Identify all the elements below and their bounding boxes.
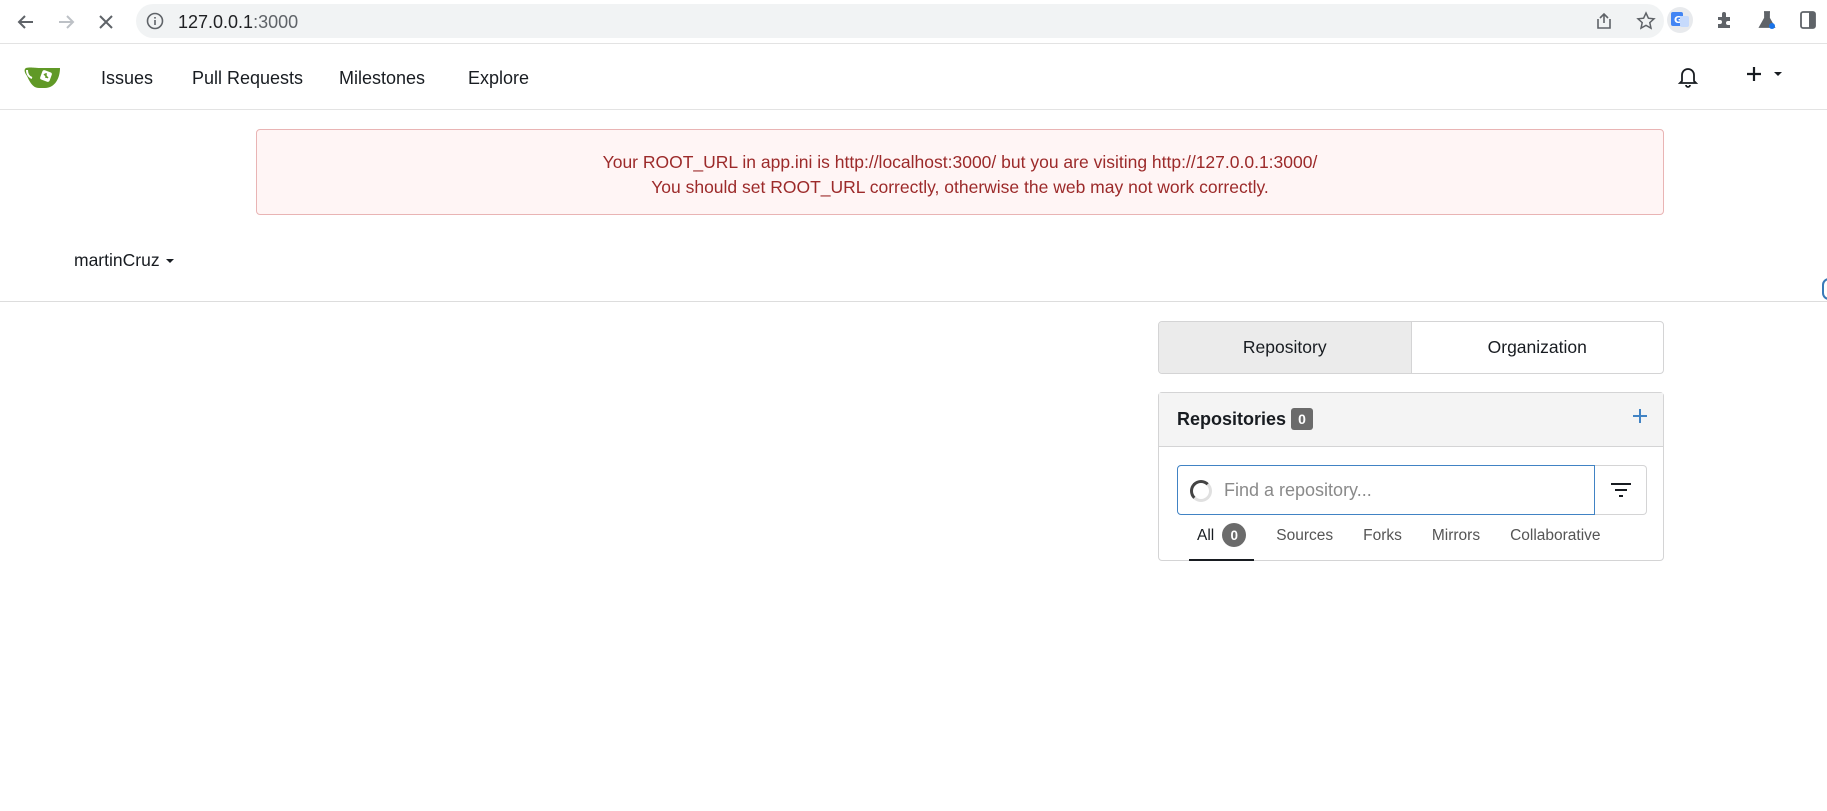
plus-icon xyxy=(1633,409,1647,423)
create-new-dropdown[interactable] xyxy=(1744,64,1784,84)
filter-button[interactable] xyxy=(1595,465,1647,515)
subtab-collaborative[interactable]: Collaborative xyxy=(1510,527,1600,561)
subtab-forks-label: Forks xyxy=(1363,527,1402,544)
back-button[interactable] xyxy=(12,8,40,36)
edge-handle xyxy=(1822,278,1827,300)
nav-pull-requests[interactable]: Pull Requests xyxy=(192,68,303,89)
subtab-sources[interactable]: Sources xyxy=(1276,527,1333,561)
labs-flask-icon[interactable] xyxy=(1757,10,1777,35)
nav-milestones[interactable]: Milestones xyxy=(339,68,425,89)
url-host: 127.0.0.1 xyxy=(178,12,254,32)
alert-line-1: Your ROOT_URL in app.ini is http://local… xyxy=(602,152,1318,172)
bookmark-star-icon[interactable] xyxy=(1636,11,1656,36)
url-port: :3000 xyxy=(253,12,299,32)
repository-filter-tabs: All 0 Sources Forks Mirrors Collaborativ… xyxy=(1188,523,1631,561)
gitea-logo-icon[interactable] xyxy=(24,62,64,95)
repositories-title: Repositories xyxy=(1177,409,1287,429)
forward-button[interactable] xyxy=(52,8,80,36)
url-text[interactable]: 127.0.0.1:3000 xyxy=(178,12,298,33)
subtab-forks[interactable]: Forks xyxy=(1363,527,1402,561)
context-user-name: martinCruz xyxy=(74,250,160,270)
extensions-puzzle-icon[interactable] xyxy=(1715,10,1735,35)
nav-explore[interactable]: Explore xyxy=(468,68,529,89)
forward-arrow-icon xyxy=(59,15,75,29)
repositories-header: Repositories 0 xyxy=(1159,393,1663,447)
back-arrow-icon xyxy=(17,15,33,29)
root-url-warning-alert: Your ROOT_URL in app.ini is http://local… xyxy=(256,129,1664,215)
context-user-switcher[interactable]: martinCruz xyxy=(74,250,175,271)
site-navbar: Issues Pull Requests Milestones Explore xyxy=(0,44,1827,110)
subtab-collaborative-label: Collaborative xyxy=(1510,527,1601,544)
notifications-bell-icon[interactable] xyxy=(1676,64,1700,93)
side-panel-icon[interactable] xyxy=(1799,10,1817,35)
nav-issues[interactable]: Issues xyxy=(101,68,153,89)
dashboard-tabs: Repository Organization xyxy=(1158,321,1664,374)
tab-organization[interactable]: Organization xyxy=(1412,322,1664,373)
subtab-sources-label: Sources xyxy=(1276,527,1334,544)
subtab-mirrors-label: Mirrors xyxy=(1431,527,1481,544)
subtab-all-label: All xyxy=(1197,527,1215,544)
filter-icon xyxy=(1610,483,1631,497)
loading-spinner-icon xyxy=(1190,480,1212,502)
tab-repository[interactable]: Repository xyxy=(1159,322,1412,373)
site-info-icon[interactable] xyxy=(146,12,164,35)
google-translate-icon[interactable]: G xyxy=(1667,7,1693,38)
plus-icon xyxy=(1747,67,1761,81)
alert-line-2: You should set ROOT_URL correctly, other… xyxy=(651,177,1269,197)
section-divider xyxy=(0,301,1827,302)
repository-search-input[interactable] xyxy=(1224,466,1584,514)
address-bar[interactable]: 127.0.0.1:3000 xyxy=(136,4,1664,38)
caret-down-icon xyxy=(165,258,174,263)
subtab-all-count: 0 xyxy=(1222,523,1247,547)
subtab-mirrors[interactable]: Mirrors xyxy=(1432,527,1480,561)
repositories-panel: Repositories 0 All 0 Sources Forks Mirro… xyxy=(1158,392,1664,561)
browser-toolbar: 127.0.0.1:3000 G xyxy=(0,0,1827,44)
caret-down-icon xyxy=(1774,72,1782,76)
close-icon xyxy=(99,15,113,29)
stop-loading-button[interactable] xyxy=(92,8,120,36)
add-repository-button[interactable] xyxy=(1631,403,1649,429)
repository-search-field[interactable] xyxy=(1177,465,1595,515)
subtab-all[interactable]: All 0 xyxy=(1188,523,1255,561)
repository-search xyxy=(1177,465,1647,515)
repositories-count-badge: 0 xyxy=(1291,408,1313,430)
share-icon[interactable] xyxy=(1594,11,1614,36)
